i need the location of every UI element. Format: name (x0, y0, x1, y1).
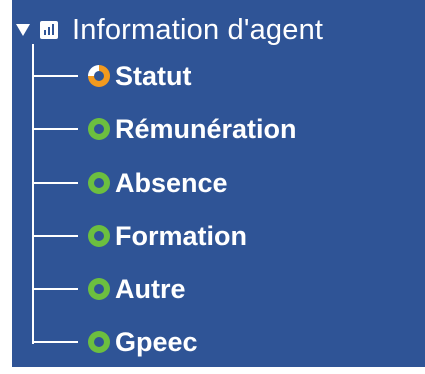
status-ring-icon (88, 278, 110, 300)
tree-item-label: Rémunération (115, 113, 297, 144)
tree-item-label: Statut (115, 60, 192, 91)
tree-branch-line (32, 235, 78, 237)
status-ring-icon (88, 172, 110, 194)
tree-root-label: Information d'agent (72, 13, 324, 46)
status-ring-icon (88, 65, 110, 87)
tree-item-label: Formation (115, 220, 247, 251)
tree-branch-line (32, 182, 78, 184)
tree-item-gpeec[interactable]: Gpeec (32, 323, 198, 361)
tree-branch-line (32, 341, 78, 343)
tree-branch-line (32, 75, 78, 77)
navigation-tree-panel: Information d'agent Statut Rémunération … (12, 0, 425, 367)
status-ring-icon (88, 225, 110, 247)
tree-item-statut[interactable]: Statut (32, 57, 192, 95)
tree-item-label: Gpeec (115, 326, 198, 357)
tree-item-label: Autre (115, 273, 186, 304)
status-ring-icon (88, 118, 110, 140)
status-ring-hole (94, 284, 104, 294)
tree-branch-line (32, 128, 78, 130)
status-ring-icon (88, 331, 110, 353)
status-ring-hole (94, 124, 104, 134)
status-ring-hole (94, 71, 104, 81)
tree-branch-line (32, 288, 78, 290)
chart-icon (40, 21, 58, 39)
caret-down-icon[interactable] (16, 24, 30, 36)
tree-item-formation[interactable]: Formation (32, 217, 247, 255)
tree-item-remuneration[interactable]: Rémunération (32, 110, 297, 148)
tree-item-autre[interactable]: Autre (32, 270, 186, 308)
status-ring-hole (94, 337, 104, 347)
status-ring-hole (94, 178, 104, 188)
status-ring-hole (94, 231, 104, 241)
tree-root-node[interactable]: Information d'agent (12, 10, 323, 50)
tree-item-label: Absence (115, 167, 228, 198)
tree-item-absence[interactable]: Absence (32, 164, 228, 202)
